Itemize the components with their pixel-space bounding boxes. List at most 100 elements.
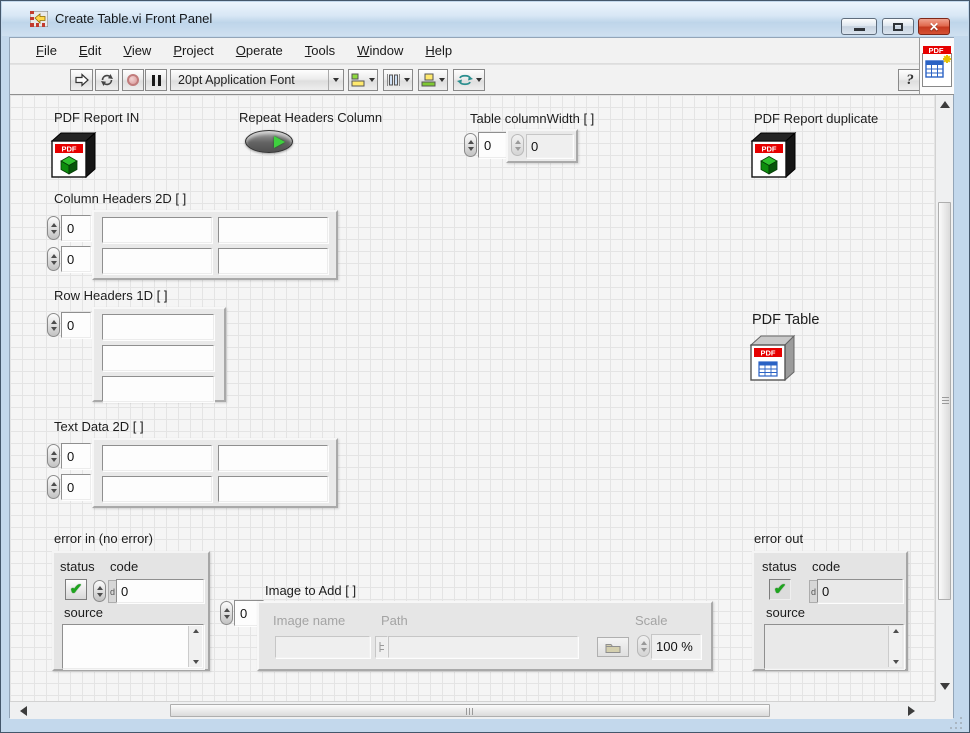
string-cell[interactable] [102, 314, 214, 340]
error-out-label: error out [754, 531, 803, 546]
row-headers-1d-index[interactable]: 0 [47, 312, 91, 338]
index-value[interactable]: 0 [61, 443, 91, 469]
table-columnwidth-index[interactable]: 0 [464, 132, 508, 158]
minimize-button[interactable] [841, 18, 877, 35]
svg-text:PDF: PDF [62, 145, 77, 154]
menu-item-edit[interactable]: Edit [68, 40, 112, 61]
index-value[interactable]: 0 [61, 474, 91, 500]
horizontal-scrollbar[interactable] [10, 701, 935, 719]
code-value[interactable]: 0 [116, 579, 204, 603]
pdf-table-icon[interactable]: PDF [748, 334, 798, 382]
pause-button[interactable] [145, 69, 167, 91]
folder-icon [605, 642, 621, 653]
string-cell[interactable] [102, 217, 212, 243]
toolbar: 20pt Application Font [10, 64, 919, 95]
string-cell[interactable] [218, 445, 328, 471]
status-label: status [60, 559, 95, 574]
reorder-dropdown[interactable] [453, 69, 485, 91]
font-selector-value: 20pt Application Font [178, 73, 295, 87]
vi-icon-panel[interactable]: PDF [919, 38, 954, 95]
distribute-objects-dropdown[interactable] [383, 69, 413, 91]
title-bar[interactable]: Create Table.vi Front Panel ✕ [2, 2, 968, 36]
index-spinner[interactable] [47, 444, 60, 468]
source-string[interactable] [62, 624, 204, 669]
string-cell[interactable] [102, 476, 212, 502]
source-label: source [766, 605, 805, 620]
scroll-left-icon[interactable] [20, 706, 27, 716]
maximize-button[interactable] [882, 18, 914, 35]
index-spinner[interactable] [47, 475, 60, 499]
string-cell[interactable] [102, 345, 214, 371]
repeat-headers-column-button[interactable] [245, 130, 293, 153]
numeric-spinner [511, 134, 524, 156]
run-button[interactable] [70, 69, 93, 91]
scroll-up-icon[interactable] [940, 101, 950, 108]
scroll-down-icon[interactable] [940, 683, 950, 690]
row-headers-1d-array [92, 307, 226, 402]
vi-pdf-table-icon: PDF [922, 45, 952, 87]
status-boolean[interactable]: ✔ [65, 579, 87, 600]
align-objects-dropdown[interactable] [348, 69, 378, 91]
scroll-down-icon[interactable] [193, 660, 199, 664]
green-arrow-icon [274, 136, 285, 148]
index-value[interactable]: 0 [478, 132, 508, 158]
text-data-2d-label: Text Data 2D [ ] [54, 419, 144, 434]
string-cell[interactable] [218, 217, 328, 243]
text-data-2d-row-index[interactable]: 0 [47, 443, 91, 469]
pdf-report-duplicate-icon[interactable]: PDF [750, 131, 798, 179]
scroll-up-icon[interactable] [193, 629, 199, 633]
horizontal-scroll-thumb[interactable] [170, 704, 770, 717]
table-columnwidth-element-frame: 0 [506, 129, 578, 163]
scroll-up-icon[interactable] [893, 629, 899, 633]
minimize-icon [854, 28, 865, 31]
index-value[interactable]: 0 [61, 215, 91, 241]
align-objects-icon [351, 73, 366, 87]
code-spinner[interactable] [93, 580, 106, 602]
menu-item-tools[interactable]: Tools [294, 40, 346, 61]
table-columnwidth-label: Table columnWidth [ ] [470, 111, 594, 126]
menu-item-operate[interactable]: Operate [225, 40, 294, 61]
index-spinner[interactable] [47, 247, 60, 271]
status-label: status [762, 559, 797, 574]
close-button[interactable]: ✕ [918, 18, 950, 35]
text-data-2d-col-index[interactable]: 0 [47, 474, 91, 500]
menu-item-view[interactable]: View [112, 40, 162, 61]
string-cell[interactable] [102, 248, 212, 274]
column-headers-2d-row-index[interactable]: 0 [47, 215, 91, 241]
resize-objects-dropdown[interactable] [418, 69, 448, 91]
new-star-icon [943, 55, 951, 63]
index-spinner[interactable] [220, 601, 233, 625]
pdf-report-in-icon[interactable]: PDF [50, 131, 98, 179]
string-cell[interactable] [218, 248, 328, 274]
menu-item-file[interactable]: File [25, 40, 68, 61]
menu-item-window[interactable]: Window [346, 40, 414, 61]
column-headers-2d-col-index[interactable]: 0 [47, 246, 91, 272]
svg-text:PDF: PDF [762, 145, 777, 154]
font-selector[interactable]: 20pt Application Font [170, 69, 344, 91]
menu-item-project[interactable]: Project [162, 40, 224, 61]
code-label: code [812, 559, 840, 574]
string-cell[interactable] [218, 476, 328, 502]
status-indicator: ✔ [769, 579, 791, 600]
scrollbar[interactable] [188, 626, 202, 667]
index-value[interactable]: 0 [61, 312, 91, 338]
run-icon [74, 73, 90, 87]
string-cell[interactable] [102, 445, 212, 471]
scrollbar[interactable] [888, 626, 902, 667]
menu-item-help[interactable]: Help [414, 40, 463, 61]
chevron-down-icon [404, 78, 410, 82]
vertical-scrollbar[interactable] [935, 95, 953, 701]
scroll-right-icon[interactable] [908, 706, 915, 716]
resize-grip[interactable] [955, 722, 957, 724]
path-label: Path [381, 613, 408, 628]
scale-label: Scale [635, 613, 668, 628]
index-value[interactable]: 0 [61, 246, 91, 272]
index-spinner[interactable] [47, 313, 60, 337]
string-cell[interactable] [102, 376, 214, 402]
run-continuously-button[interactable] [95, 69, 119, 91]
scroll-down-icon[interactable] [893, 660, 899, 664]
index-spinner[interactable] [47, 216, 60, 240]
index-spinner[interactable] [464, 133, 477, 157]
resize-objects-icon [421, 73, 436, 87]
vertical-scroll-thumb[interactable] [938, 202, 951, 600]
